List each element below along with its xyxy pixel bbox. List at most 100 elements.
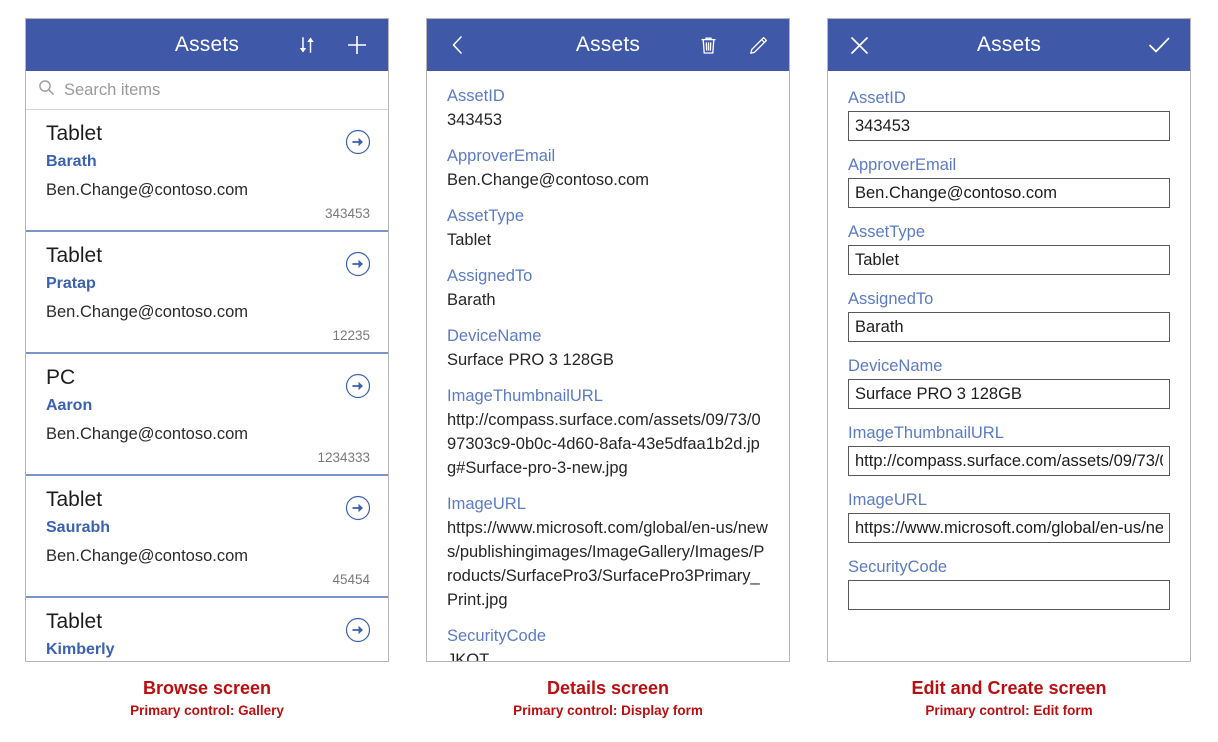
- search-input[interactable]: [64, 80, 376, 100]
- circle-arrow-right-icon[interactable]: [344, 128, 372, 156]
- row-subtitle: Kimberly: [46, 641, 115, 658]
- plus-icon[interactable]: [340, 28, 374, 62]
- row-title: Tablet: [46, 122, 103, 145]
- edit-field: AssignedTo: [848, 286, 1170, 342]
- display-field: ImageURL https://www.microsoft.com/globa…: [447, 493, 769, 612]
- caption-title: Details screen: [546, 678, 670, 698]
- edit-field: DeviceName: [848, 353, 1170, 409]
- edit-field: AssetID: [848, 85, 1170, 141]
- field-label: ImageURL: [447, 495, 526, 513]
- details-title: Assets: [575, 33, 641, 56]
- close-x-icon[interactable]: [842, 28, 876, 62]
- imagethumbnailurl-field[interactable]: [848, 446, 1170, 476]
- row-id: 1234333: [317, 450, 370, 465]
- field-label: AssetType: [848, 223, 926, 241]
- field-label: ImageThumbnailURL: [848, 424, 1004, 442]
- approveremail-field[interactable]: [848, 178, 1170, 208]
- field-value: JKOT: [447, 651, 490, 662]
- edit-caption: Edit and Create screen Primary control: …: [827, 676, 1191, 722]
- row-subtitle: Pratap: [46, 275, 96, 292]
- field-label: SecurityCode: [848, 558, 948, 576]
- edit-field: ImageURL: [848, 487, 1170, 543]
- row-title: Tablet: [46, 244, 103, 267]
- search-icon: [38, 79, 55, 101]
- caption-subtitle: Primary control: Edit form: [925, 703, 1093, 718]
- edit-field: ApproverEmail: [848, 152, 1170, 208]
- field-value: Surface PRO 3 128GB: [447, 351, 614, 369]
- gallery-row[interactable]: Tablet Saurabh Ben.Change@contoso.com 45…: [26, 476, 388, 598]
- browse-title: Assets: [174, 33, 240, 56]
- assignedto-field[interactable]: [848, 312, 1170, 342]
- browse-screen-panel: Assets Search items Tablet Barath Ben.Ch…: [25, 18, 389, 662]
- display-field: AssetID 343453: [447, 85, 769, 132]
- circle-arrow-right-icon[interactable]: [344, 250, 372, 278]
- field-label: ImageThumbnailURL: [447, 387, 603, 405]
- field-label: AssignedTo: [848, 290, 934, 308]
- row-subtitle: Aaron: [46, 397, 93, 414]
- chevron-left-icon[interactable]: [441, 28, 475, 62]
- gallery-row[interactable]: Tablet Barath Ben.Change@contoso.com 343…: [26, 110, 388, 232]
- field-value: Tablet: [447, 231, 492, 249]
- devicename-field[interactable]: [848, 379, 1170, 409]
- securitycode-field[interactable]: [848, 580, 1170, 610]
- row-title: PC: [46, 366, 76, 389]
- imageurl-field[interactable]: [848, 513, 1170, 543]
- caption-subtitle: Primary control: Gallery: [130, 703, 284, 718]
- details-screen-panel: Assets AssetID 343453 ApproverEmail Ben.…: [426, 18, 790, 662]
- field-label: ImageURL: [848, 491, 927, 509]
- edit-topbar: Assets: [828, 19, 1190, 71]
- edit-field: SecurityCode: [848, 554, 1170, 610]
- circle-arrow-right-icon[interactable]: [344, 494, 372, 522]
- checkmark-icon[interactable]: [1142, 28, 1176, 62]
- field-label: AssignedTo: [447, 267, 533, 285]
- display-field: AssetType Tablet: [447, 205, 769, 252]
- display-field: ImageThumbnailURL http://compass.surface…: [447, 385, 769, 480]
- trash-icon[interactable]: [691, 28, 725, 62]
- field-label: AssetType: [447, 207, 525, 225]
- caption-title: Browse screen: [142, 678, 272, 698]
- display-field: DeviceName Surface PRO 3 128GB: [447, 325, 769, 372]
- gallery-row[interactable]: PC Aaron Ben.Change@contoso.com 1234333: [26, 354, 388, 476]
- row-id: 45454: [332, 572, 370, 587]
- display-field: SecurityCode JKOT: [447, 625, 769, 662]
- circle-arrow-right-icon[interactable]: [344, 616, 372, 644]
- edit-field: AssetType: [848, 219, 1170, 275]
- row-body: Ben.Change@contoso.com: [46, 303, 249, 321]
- field-label: ApproverEmail: [848, 156, 957, 174]
- field-value: http://compass.surface.com/assets/09/73/…: [447, 411, 761, 477]
- sort-ascending-descending-icon[interactable]: [290, 28, 324, 62]
- edit-field: ImageThumbnailURL: [848, 420, 1170, 476]
- field-value: https://www.microsoft.com/global/en-us/n…: [447, 519, 768, 609]
- gallery-row[interactable]: Tablet Kimberly: [26, 598, 388, 661]
- display-field: ApproverEmail Ben.Change@contoso.com: [447, 145, 769, 192]
- browse-topbar: Assets: [26, 19, 388, 71]
- edit-form[interactable]: AssetID ApproverEmail AssetType Assigned…: [828, 71, 1190, 610]
- search-bar[interactable]: [26, 71, 388, 110]
- edit-create-screen-panel: Assets AssetID ApproverEmail AssetType: [827, 18, 1191, 662]
- assettype-field[interactable]: [848, 245, 1170, 275]
- gallery-row[interactable]: Tablet Pratap Ben.Change@contoso.com 122…: [26, 232, 388, 354]
- row-body: Ben.Change@contoso.com: [46, 181, 249, 199]
- edit-title: Assets: [976, 33, 1042, 56]
- details-caption: Details screen Primary control: Display …: [426, 676, 790, 722]
- field-label: SecurityCode: [447, 627, 547, 645]
- assetid-field[interactable]: [848, 111, 1170, 141]
- row-id: 343453: [324, 206, 370, 221]
- row-subtitle: Saurabh: [46, 519, 111, 536]
- details-topbar: Assets: [427, 19, 789, 71]
- row-title: Tablet: [46, 488, 103, 511]
- field-label: DeviceName: [447, 327, 542, 345]
- circle-arrow-right-icon[interactable]: [344, 372, 372, 400]
- row-body: Ben.Change@contoso.com: [46, 547, 249, 565]
- assets-gallery[interactable]: Tablet Barath Ben.Change@contoso.com 343…: [26, 110, 388, 661]
- screens-diagram: Assets Search items Tablet Barath Ben.Ch…: [0, 0, 1218, 742]
- pencil-icon[interactable]: [741, 28, 775, 62]
- row-title: Tablet: [46, 610, 103, 633]
- display-form: AssetID 343453 ApproverEmail Ben.Change@…: [427, 71, 789, 662]
- display-field: AssignedTo Barath: [447, 265, 769, 312]
- field-value: Ben.Change@contoso.com: [447, 171, 650, 189]
- caption-subtitle: Primary control: Display form: [513, 703, 703, 718]
- field-label: ApproverEmail: [447, 147, 556, 165]
- field-value: Barath: [447, 291, 496, 309]
- caption-title: Edit and Create screen: [911, 678, 1107, 698]
